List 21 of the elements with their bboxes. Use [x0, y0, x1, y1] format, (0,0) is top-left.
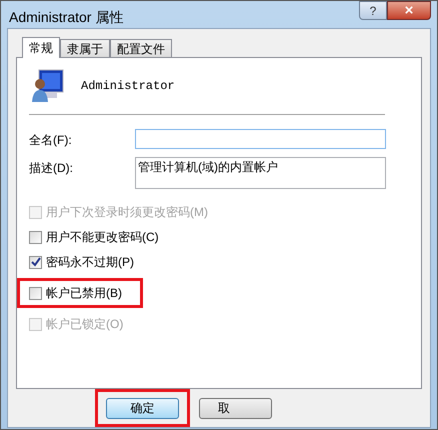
help-button[interactable]: ? [359, 1, 387, 20]
checkbox[interactable] [29, 230, 42, 244]
description-field[interactable]: 管理计算机(域)的内置帐户 [135, 157, 386, 189]
dialog-button[interactable]: 取 [199, 398, 272, 418]
checkbox-label: 用户不能更改密码(C) [46, 229, 159, 246]
checkbox[interactable] [29, 256, 42, 268]
dialog-button[interactable]: 确定 [106, 398, 179, 418]
user-computer-icon [31, 68, 65, 104]
tab[interactable]: 隶属于 [60, 39, 110, 57]
field-label: 全名(F): [29, 132, 73, 149]
field-label: 描述(D): [29, 160, 74, 177]
tab[interactable]: 配置文件 [110, 39, 172, 57]
full-name-field[interactable] [135, 129, 386, 149]
tab[interactable]: 常规 [22, 37, 60, 58]
checkbox[interactable] [29, 286, 42, 300]
checkbox-label: 帐户已禁用(B) [46, 285, 122, 302]
user-name: Administrator [81, 78, 175, 95]
checkbox-label: 密码永不过期(P) [46, 254, 134, 271]
checkbox-label: 用户下次登录时须更改密码(M) [46, 204, 208, 221]
window-title: Administrator 属性 [9, 8, 124, 27]
checkbox-label: 帐户已锁定(O) [46, 316, 124, 333]
